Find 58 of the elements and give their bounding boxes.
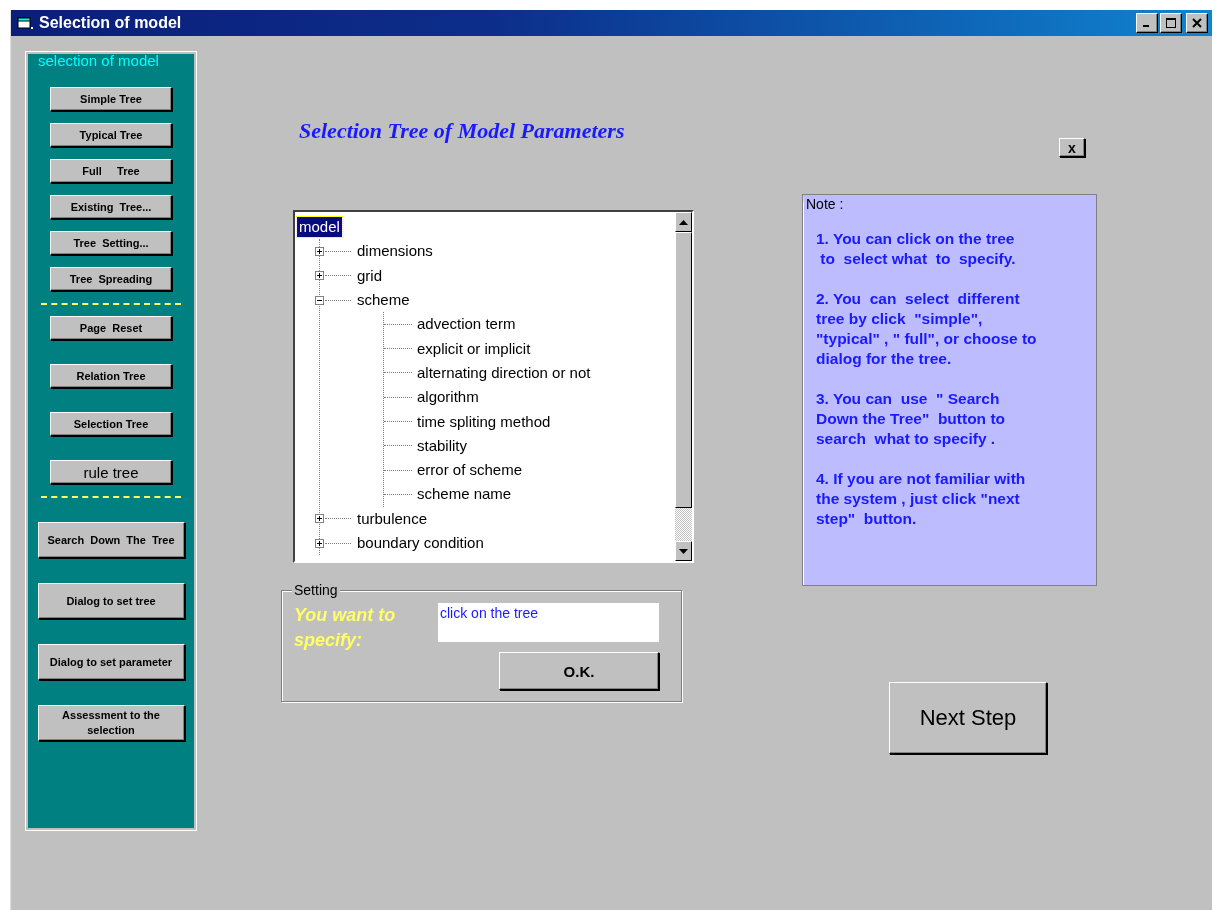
next-step-button[interactable]: Next Step bbox=[889, 682, 1047, 754]
tree-item[interactable]: error of scheme bbox=[415, 460, 525, 481]
sidebar-button[interactable]: Typical Tree bbox=[50, 123, 172, 147]
sidebar-button[interactable]: Relation Tree bbox=[50, 364, 172, 388]
note-text: 1. You can click on the tree to select what to specify. bbox=[816, 229, 1017, 269]
sidebar-button[interactable]: Dialog to set tree bbox=[37, 583, 185, 619]
group-legend: Setting bbox=[292, 582, 340, 598]
tree-item[interactable]: alternating direction or not bbox=[415, 362, 593, 383]
close-button[interactable] bbox=[1186, 13, 1208, 33]
sidebar-button[interactable]: Page Reset bbox=[50, 316, 172, 340]
note-text: 3. You can use " Search Down the Tree" button to search what to specify . bbox=[816, 389, 1007, 449]
maximize-icon[interactable] bbox=[1166, 18, 1176, 28]
tree-item[interactable]: scheme bbox=[355, 290, 412, 311]
collapse-icon[interactable] bbox=[315, 295, 324, 305]
tree-item[interactable]: grid bbox=[355, 265, 384, 286]
tree-item[interactable]: boundary condition bbox=[355, 533, 486, 553]
note-text: 2. You can select different tree by click "simple", "typical" , " full", or choose to dialog for the tree. bbox=[816, 289, 1038, 369]
tree-item[interactable]: turbulence bbox=[355, 508, 430, 529]
tree-item[interactable]: algorithm bbox=[415, 387, 481, 408]
specify-label: You want to specify: bbox=[294, 604, 397, 652]
tree-item[interactable]: scheme name bbox=[415, 484, 514, 505]
note-text: 4. If you are not familiar with the system , just click "next step" button. bbox=[816, 469, 1027, 529]
note-legend: Note : bbox=[804, 196, 846, 212]
ok-button[interactable]: O.K. bbox=[499, 652, 659, 690]
sidebar-button[interactable]: Search Down The Tree bbox=[37, 522, 185, 558]
scroll-thumb[interactable] bbox=[675, 232, 692, 508]
sidebar-button[interactable]: Existing Tree... bbox=[50, 195, 172, 219]
sidebar-button[interactable]: Full Tree bbox=[50, 159, 172, 183]
tree-item[interactable]: stability bbox=[415, 435, 470, 456]
page-heading: Selection Tree of Model Parameters bbox=[299, 118, 626, 144]
panel-legend: selection of model bbox=[38, 52, 159, 70]
minimize-button[interactable] bbox=[1136, 13, 1158, 33]
expand-icon[interactable] bbox=[315, 538, 324, 548]
tree-item[interactable]: time spliting method bbox=[415, 411, 553, 432]
window-title: Selection of model bbox=[39, 14, 183, 32]
close-icon[interactable] bbox=[1192, 18, 1202, 28]
scroll-down-icon[interactable] bbox=[675, 541, 692, 561]
expand-icon[interactable] bbox=[315, 271, 324, 281]
close-button[interactable]: x bbox=[1059, 138, 1085, 157]
scroll-up-icon[interactable] bbox=[675, 212, 692, 232]
scrollbar[interactable] bbox=[675, 212, 692, 561]
window-icon bbox=[17, 16, 33, 30]
sidebar-button[interactable]: Dialog to set parameter bbox=[37, 644, 185, 680]
tree-view[interactable]: model dimensions grid scheme advection term explicit or implicit alternating direction or not algorithm time spliting method stability error of scheme scheme name turbulence boundary condition bbox=[293, 210, 694, 563]
sidebar-button[interactable]: Simple Tree bbox=[50, 87, 172, 111]
expand-icon[interactable] bbox=[315, 514, 324, 524]
tree-item[interactable]: model bbox=[297, 217, 342, 238]
tree-item[interactable]: advection term bbox=[415, 314, 518, 335]
expand-icon[interactable] bbox=[315, 246, 324, 256]
maximize-button[interactable] bbox=[1160, 13, 1182, 33]
tree-item[interactable]: explicit or implicit bbox=[415, 338, 533, 359]
sidebar-button[interactable]: Assessment to the selection bbox=[37, 705, 185, 741]
sidebar-button[interactable]: Selection Tree bbox=[50, 412, 172, 436]
sidebar-button[interactable]: Tree Setting... bbox=[50, 231, 172, 255]
tree-item[interactable]: dimensions bbox=[355, 241, 435, 262]
sidebar-button[interactable]: rule tree bbox=[50, 460, 172, 484]
sidebar-button[interactable]: Tree Spreading bbox=[50, 267, 172, 291]
input-field[interactable]: click on the tree bbox=[438, 603, 659, 642]
